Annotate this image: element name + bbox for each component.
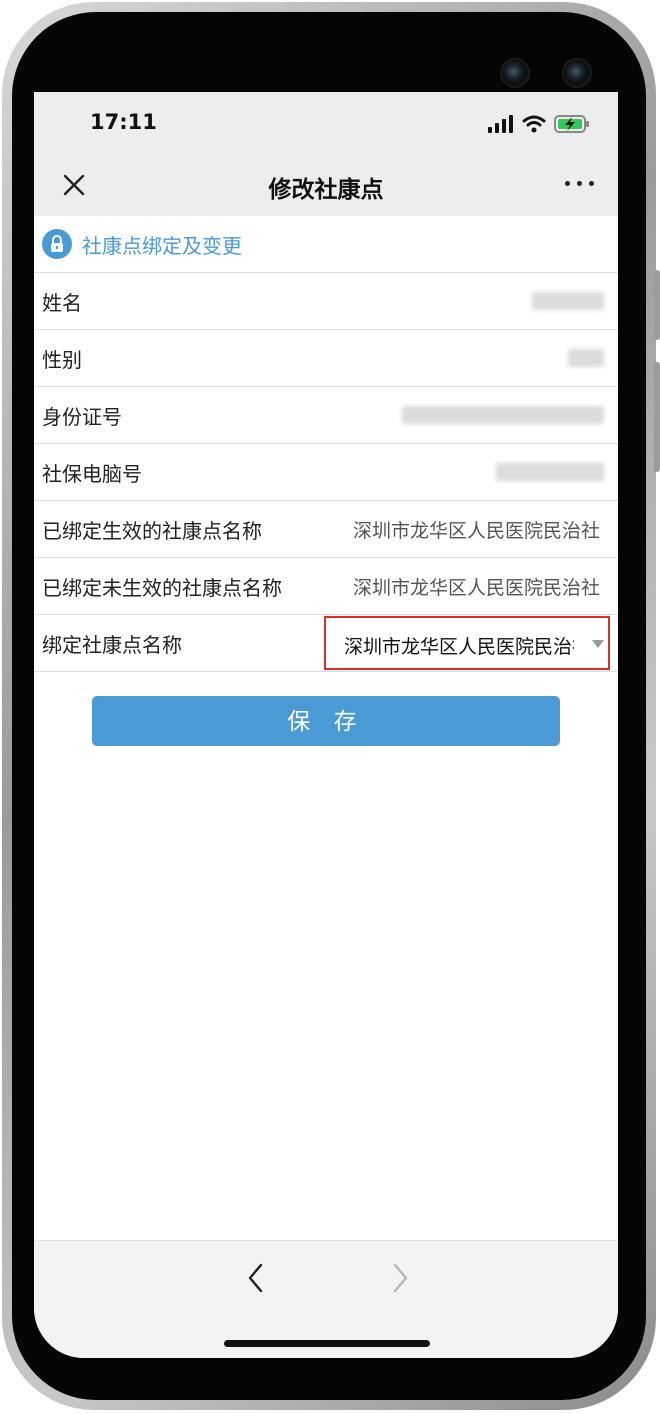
clinic-select[interactable]: 深圳市龙华区人民医院民治社 xyxy=(324,616,610,670)
screen: 17:11 修改社康点 社康点绑定及变更 姓名 性别 身份证号 社保电脑号 已绑… xyxy=(34,92,618,1358)
wifi-icon xyxy=(522,115,546,133)
section-title: 社康点绑定及变更 xyxy=(82,233,242,258)
form-row-bound-active: 已绑定生效的社康点名称 深圳市龙华区人民医院民治社 xyxy=(34,500,618,557)
more-icon[interactable] xyxy=(565,181,594,186)
row-label: 绑定社康点名称 xyxy=(42,632,182,657)
battery-charging-icon xyxy=(554,115,589,133)
clinic-select-value: 深圳市龙华区人民医院民治社 xyxy=(344,636,574,658)
side-button xyxy=(654,362,660,472)
redacted-value xyxy=(496,463,604,481)
page-title: 修改社康点 xyxy=(268,177,384,203)
camera-icon xyxy=(500,58,530,88)
nav-bar: 修改社康点 xyxy=(34,154,618,216)
side-button xyxy=(654,270,660,340)
signal-icon xyxy=(488,115,513,133)
status-icons xyxy=(488,112,590,136)
form-row-social-security: 社保电脑号 xyxy=(34,443,618,500)
form-rows: 姓名 性别 身份证号 社保电脑号 已绑定生效的社康点名称 深圳市龙华区人民医院民… xyxy=(34,272,618,672)
status-time: 17:11 xyxy=(90,110,157,134)
redacted-value xyxy=(568,349,604,367)
row-label: 已绑定生效的社康点名称 xyxy=(42,518,262,543)
form-row-bind-select: 绑定社康点名称 深圳市龙华区人民医院民治社 xyxy=(34,614,618,672)
form-row-gender: 性别 xyxy=(34,329,618,386)
row-label: 已绑定未生效的社康点名称 xyxy=(42,575,282,600)
form-row-id-number: 身份证号 xyxy=(34,386,618,443)
home-indicator xyxy=(224,1340,430,1347)
row-value: 深圳市龙华区人民医院民治社 xyxy=(352,519,600,542)
row-label: 性别 xyxy=(42,347,82,372)
row-label: 社保电脑号 xyxy=(42,461,142,486)
section-header: 社康点绑定及变更 xyxy=(34,216,618,272)
camera-icon xyxy=(562,58,592,88)
browser-bottom-bar xyxy=(34,1240,618,1358)
lock-icon xyxy=(42,229,72,259)
chevron-left-icon[interactable] xyxy=(246,1261,266,1295)
form-row-name: 姓名 xyxy=(34,272,618,329)
form-row-bound-pending: 已绑定未生效的社康点名称 深圳市龙华区人民医院民治社 xyxy=(34,557,618,614)
redacted-value xyxy=(532,292,604,310)
status-bar: 17:11 xyxy=(34,92,618,154)
row-label: 姓名 xyxy=(42,290,82,315)
chevron-right-icon[interactable] xyxy=(390,1261,410,1295)
dropdown-arrow-icon xyxy=(592,640,604,648)
save-button[interactable]: 保 存 xyxy=(92,696,560,746)
row-value: 深圳市龙华区人民医院民治社 xyxy=(352,576,600,599)
redacted-value xyxy=(402,406,604,424)
row-label: 身份证号 xyxy=(42,404,122,429)
